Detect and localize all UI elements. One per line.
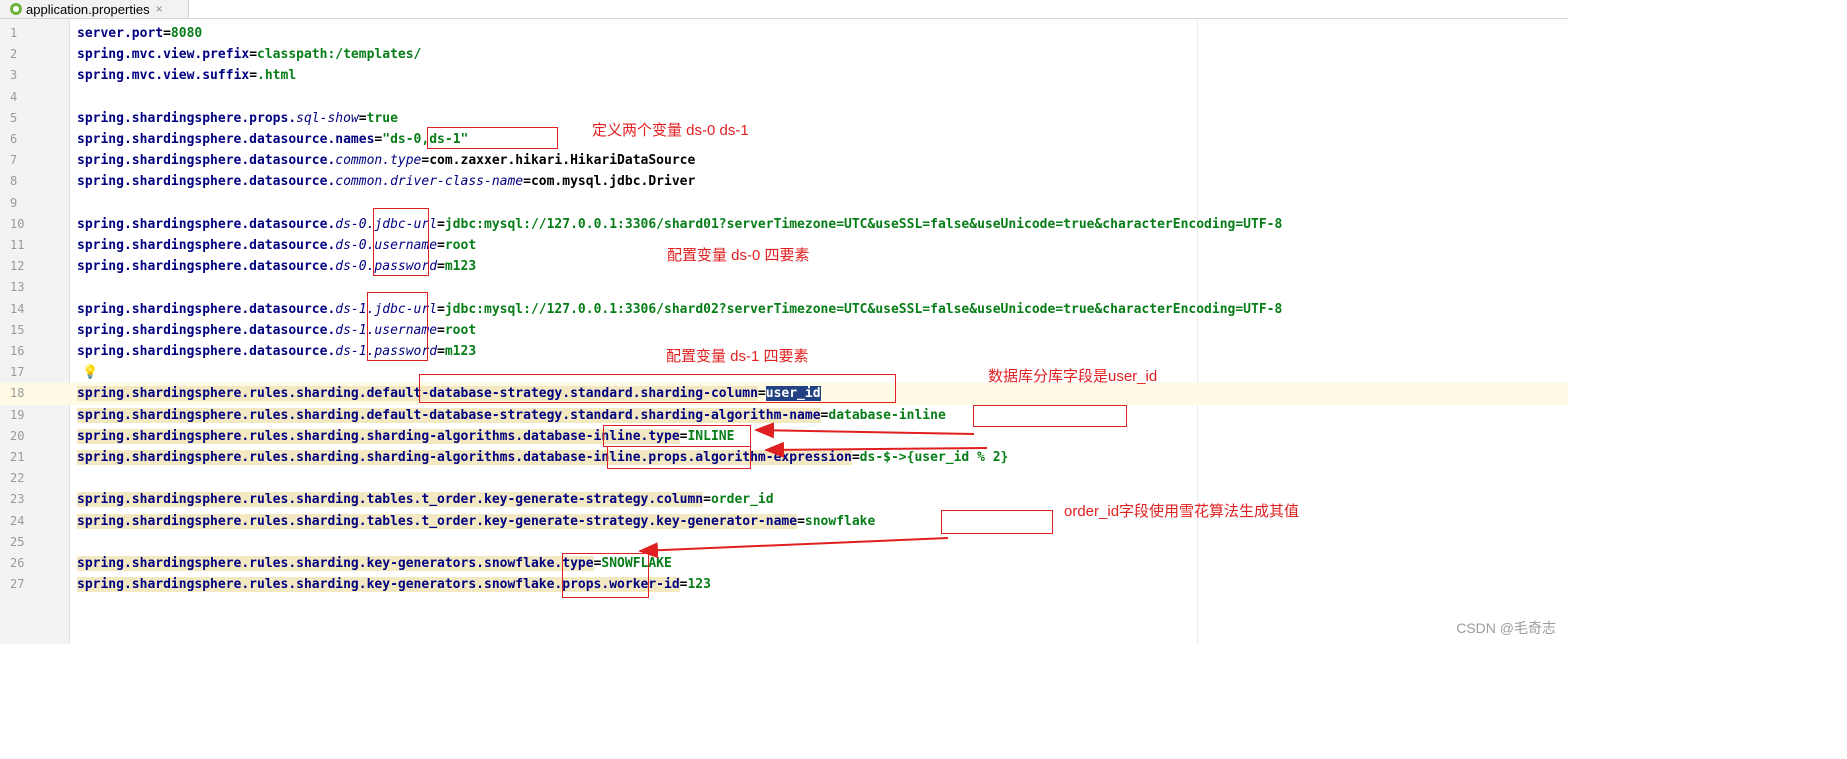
arrow-to-expression <box>764 441 988 458</box>
annotation-arrows <box>638 422 988 559</box>
arrow-to-snowflake <box>638 537 949 559</box>
arrow-to-type <box>754 422 975 439</box>
annotation-ds-1-config: 配置变量 ds-1 四要素 <box>666 348 809 365</box>
annotation-snowflake: order_id字段使用雪花算法生成其值 <box>1064 503 1300 520</box>
annotation-ds-define: 定义两个变量 ds-0 ds-1 <box>592 122 749 139</box>
csdn-watermark: CSDN @毛奇志 <box>1456 620 1556 636</box>
annotation-sharding-column: 数据库分库字段是user_id <box>988 368 1158 385</box>
annotation-ds-0-config: 配置变量 ds-0 四要素 <box>667 247 810 264</box>
